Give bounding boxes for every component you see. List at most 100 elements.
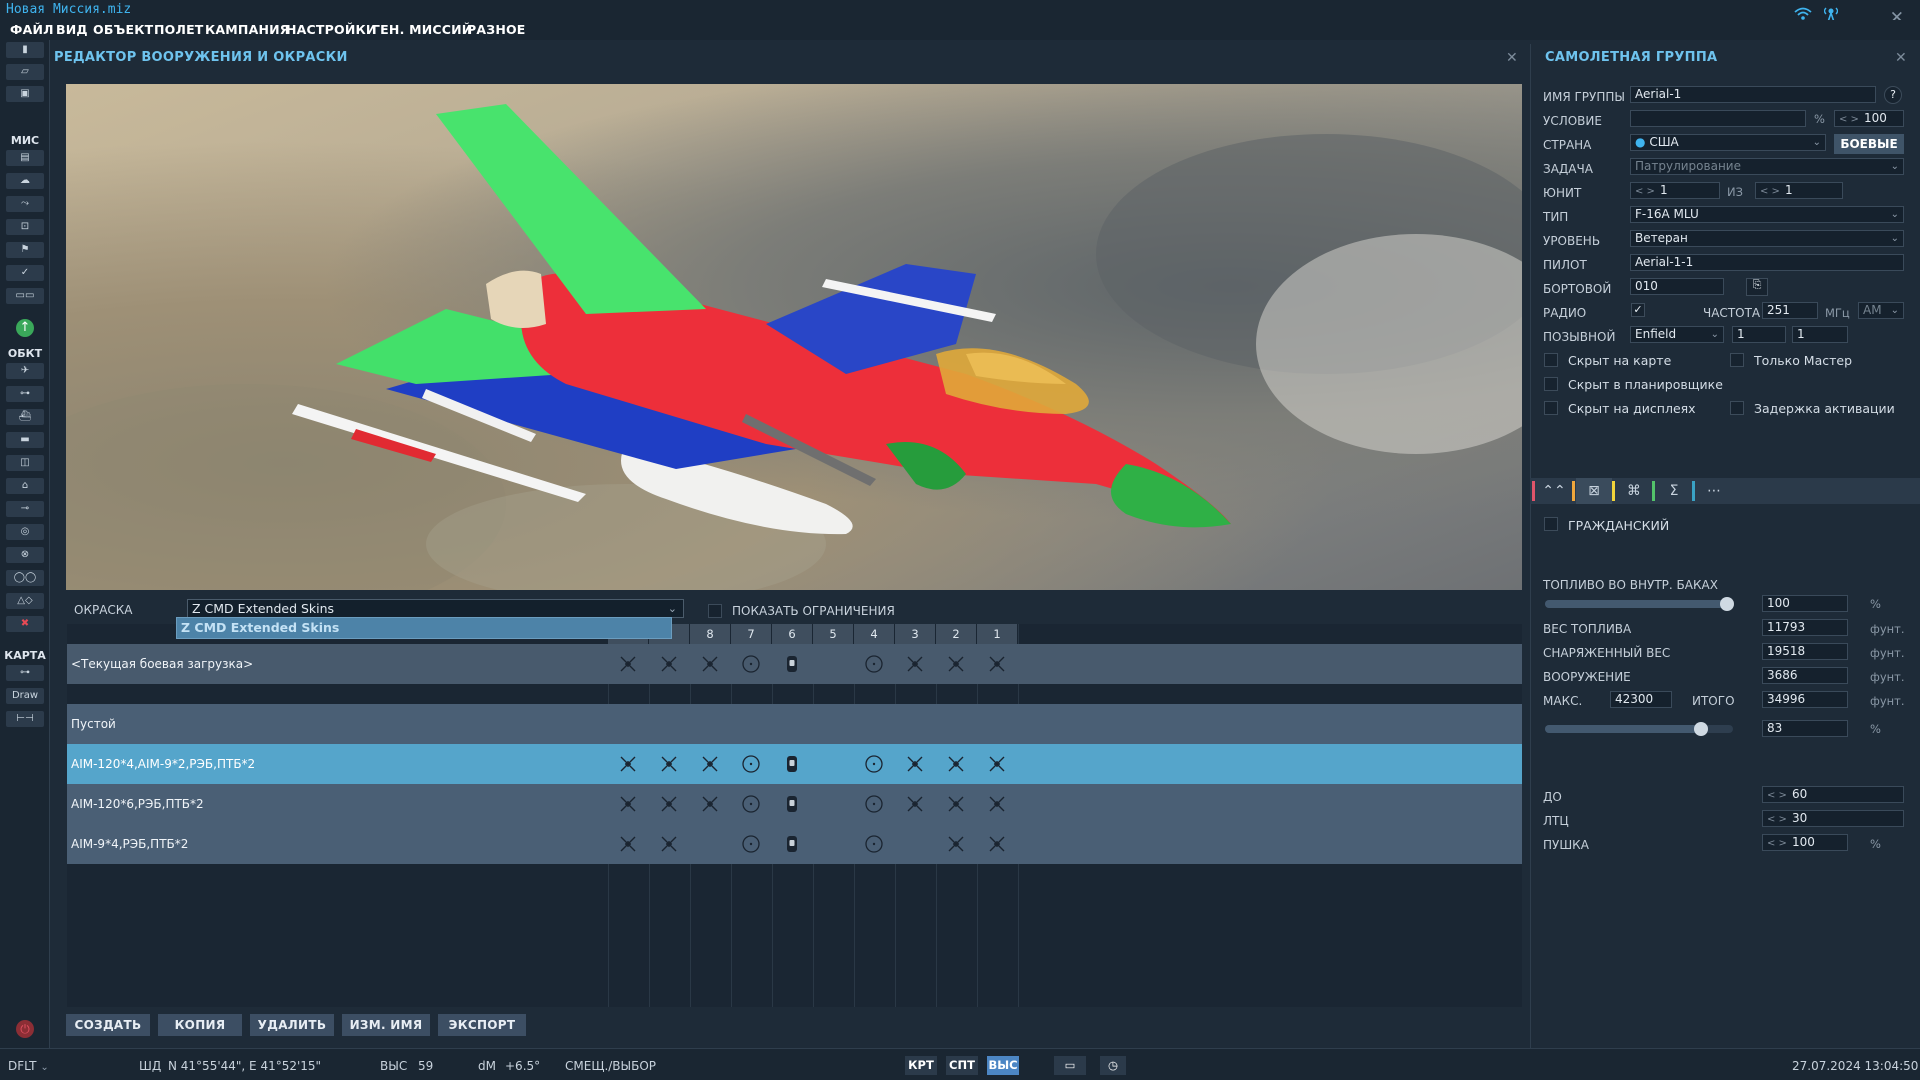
loadout-row[interactable]: Пустой	[67, 704, 1522, 744]
editor-close-icon[interactable]: ✕	[1506, 50, 1518, 66]
hidden-on-map-checkbox[interactable]	[1544, 353, 1558, 367]
pylon-cell[interactable]	[854, 644, 894, 684]
skin-select[interactable]: Z CMD Extended Skins ⌄	[187, 599, 684, 618]
pylon-cell[interactable]	[649, 824, 689, 864]
pylon-cell[interactable]	[731, 824, 771, 864]
briefing-icon[interactable]: ▤	[6, 150, 44, 166]
pylon-cell[interactable]	[854, 704, 894, 744]
menu-settings[interactable]: НАСТРОЙКИ	[286, 22, 377, 37]
altitude-mode-button[interactable]: ВЫС	[987, 1056, 1019, 1075]
pylon-cell[interactable]	[772, 704, 812, 744]
pylon-cell[interactable]	[854, 784, 894, 824]
screen-mode-icon[interactable]: ▭	[1054, 1056, 1086, 1075]
task-select[interactable]: Патрулирование ⌄	[1630, 158, 1904, 175]
airplane-icon[interactable]: ✈	[6, 363, 44, 379]
pylon-cell[interactable]	[813, 644, 853, 684]
type-select[interactable]: F-16A MLU ⌄	[1630, 206, 1904, 223]
help-icon[interactable]: ?	[1884, 86, 1902, 104]
target-zone-icon[interactable]: ◎	[6, 524, 44, 540]
callsign-select[interactable]: Enfield ⌄	[1630, 326, 1724, 343]
menu-view[interactable]: ВИД	[56, 22, 88, 37]
pylon-cell[interactable]	[608, 644, 648, 684]
unit-input[interactable]: < > 1	[1630, 182, 1720, 199]
chaff-input[interactable]: < > 60	[1762, 786, 1904, 803]
pylon-header[interactable]: 3	[895, 624, 935, 644]
tab-route[interactable]: ⌃⌃	[1536, 478, 1572, 504]
loadout-row[interactable]: AIM-120*4,AIM-9*2,РЭБ,ПТБ*2	[67, 744, 1522, 784]
tab-payload[interactable]: ⊠	[1576, 478, 1612, 504]
pylon-cell[interactable]	[977, 644, 1017, 684]
combat-button[interactable]: БОЕВЫЕ	[1834, 134, 1904, 154]
pylon-cell[interactable]	[813, 784, 853, 824]
pylon-cell[interactable]	[936, 644, 976, 684]
callsign-number2-input[interactable]: 1	[1792, 326, 1848, 343]
delete-button[interactable]: УДАЛИТЬ	[250, 1014, 334, 1036]
condition-percent-input[interactable]: < > 100	[1834, 110, 1904, 127]
pylon-cell[interactable]	[977, 704, 1017, 744]
skill-select[interactable]: Ветеран ⌄	[1630, 230, 1904, 247]
pylon-cell[interactable]	[608, 744, 648, 784]
loadout-row[interactable]: AIM-9*4,РЭБ,ПТБ*2	[67, 824, 1522, 864]
pylon-cell[interactable]	[690, 784, 730, 824]
save-icon[interactable]: ▣	[6, 86, 44, 102]
rename-button[interactable]: ИЗМ. ИМЯ	[342, 1014, 430, 1036]
pylon-cell[interactable]	[649, 784, 689, 824]
pylon-cell[interactable]	[608, 784, 648, 824]
gun-input[interactable]: < > 100	[1762, 834, 1848, 851]
modulation-select[interactable]: AM ⌄	[1858, 302, 1904, 319]
tail-number-input[interactable]: 010	[1630, 278, 1724, 295]
pylon-cell[interactable]	[936, 704, 976, 744]
pylon-cell[interactable]	[608, 704, 648, 744]
menu-flight[interactable]: ПОЛЕТ	[154, 22, 204, 37]
helicopter-icon[interactable]: ⊶	[6, 386, 44, 402]
pylon-header[interactable]: 8	[690, 624, 730, 644]
pylon-cell[interactable]	[731, 784, 771, 824]
trigger-icon[interactable]: ⤳	[6, 196, 44, 212]
frequency-input[interactable]: 251	[1762, 302, 1818, 319]
export-button[interactable]: ЭКСПОРТ	[438, 1014, 526, 1036]
pylon-cell[interactable]	[690, 744, 730, 784]
pylon-cell[interactable]	[895, 824, 935, 864]
fuel-weight-input[interactable]: 11793	[1762, 619, 1848, 636]
draw-button[interactable]: Draw	[6, 688, 44, 704]
show-limits-checkbox[interactable]	[708, 604, 722, 618]
load-slider-knob[interactable]	[1694, 722, 1709, 736]
pylon-cell[interactable]	[731, 704, 771, 744]
late-activation-checkbox[interactable]	[1730, 401, 1744, 415]
map-key-icon[interactable]: ⊶	[6, 665, 44, 681]
fuel-slider-knob[interactable]	[1720, 597, 1734, 611]
menu-mission-gen[interactable]: ГЕН. МИССИЙ	[372, 22, 472, 37]
satellite-mode-button[interactable]: СПТ	[946, 1056, 978, 1075]
map-mode-button[interactable]: КРТ	[905, 1056, 937, 1075]
create-button[interactable]: СОЗДАТЬ	[66, 1014, 150, 1036]
pylon-cell[interactable]	[731, 644, 771, 684]
pylon-header[interactable]: 2	[936, 624, 976, 644]
menu-misc[interactable]: РАЗНОЕ	[467, 22, 526, 37]
open-folder-icon[interactable]: ▱	[6, 64, 44, 80]
pylon-cell[interactable]	[772, 824, 812, 864]
shapes-icon[interactable]: △◇	[6, 593, 44, 609]
pylon-cell[interactable]	[690, 704, 730, 744]
tab-more[interactable]: ⋯	[1696, 478, 1732, 504]
loadout-row[interactable]: AIM-120*6,РЭБ,ПТБ*2	[67, 784, 1522, 824]
check-icon[interactable]: ✓	[6, 265, 44, 281]
clock-icon[interactable]: ◷	[1100, 1056, 1126, 1075]
train-icon[interactable]: ⌂	[6, 478, 44, 494]
menu-object[interactable]: ОБЪЕКТ	[93, 22, 153, 37]
load-percent-input[interactable]: 83	[1762, 720, 1848, 737]
pylon-cell[interactable]	[813, 744, 853, 784]
aircraft-viewport[interactable]	[66, 84, 1522, 590]
pylon-cell[interactable]	[690, 824, 730, 864]
pylon-header[interactable]: 7	[731, 624, 771, 644]
profile-select[interactable]: DFLT ⌄	[8, 1059, 49, 1073]
ship-icon[interactable]: ⛴	[6, 409, 44, 425]
pylon-cell[interactable]	[936, 744, 976, 784]
current-loadout-row[interactable]: <Текущая боевая загрузка>	[67, 644, 1522, 684]
pylon-cell[interactable]	[854, 744, 894, 784]
menu-file[interactable]: ФАЙЛ	[10, 22, 54, 37]
pylon-cell[interactable]	[895, 744, 935, 784]
pylon-header[interactable]: 5	[813, 624, 853, 644]
pylon-cell[interactable]	[649, 744, 689, 784]
ruler-icon[interactable]: ⊢⊣	[6, 711, 44, 727]
skin-dropdown-option[interactable]: Z CMD Extended Skins	[176, 617, 672, 639]
